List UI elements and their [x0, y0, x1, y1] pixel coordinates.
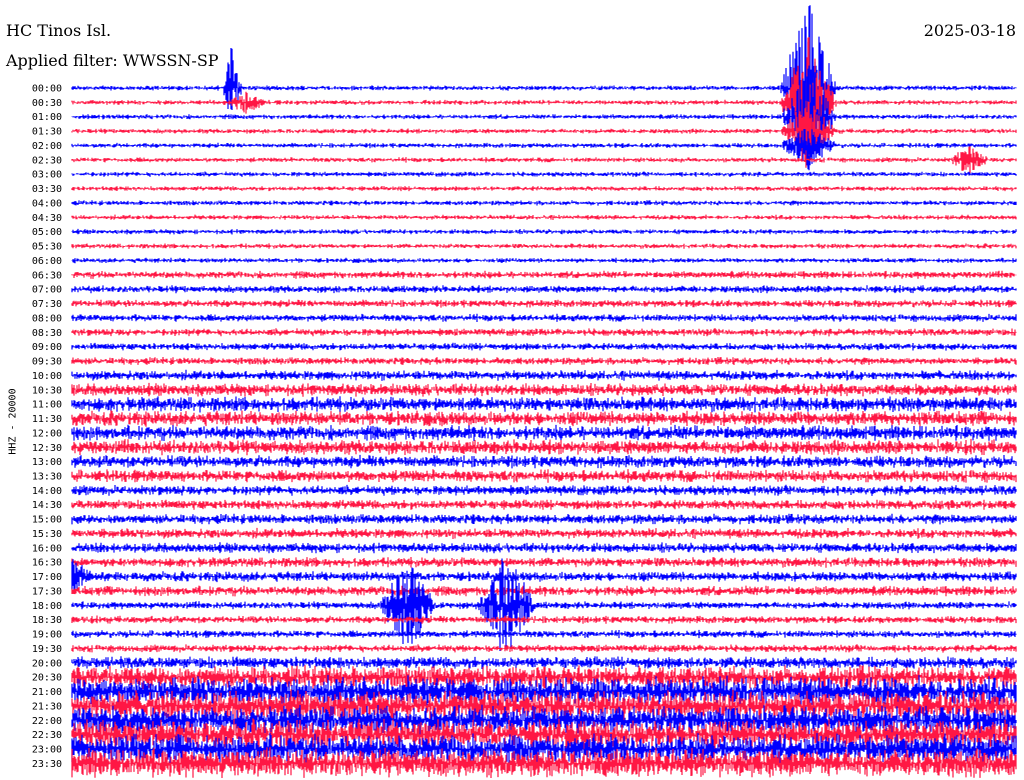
trace-0900: [71, 342, 1017, 351]
row-label-1700: 17:00: [32, 572, 62, 583]
trace-0030: [71, 37, 1017, 168]
trace-0730: [71, 299, 1017, 308]
trace-1900: [71, 629, 1017, 639]
row-label-0430: 04:30: [32, 213, 62, 224]
row-label-2300: 23:00: [32, 745, 62, 756]
row-label-2200: 22:00: [32, 716, 62, 727]
row-label-1600: 16:00: [32, 543, 62, 554]
trace-0130: [71, 101, 1017, 159]
row-label-0030: 00:30: [32, 98, 62, 109]
row-label-0200: 02:00: [32, 141, 62, 152]
trace-0600: [71, 257, 1017, 264]
row-label-0900: 09:00: [32, 342, 62, 353]
row-label-1930: 19:30: [32, 644, 62, 655]
row-label-1400: 14:00: [32, 486, 62, 497]
trace-0400: [71, 200, 1017, 206]
row-label-1730: 17:30: [32, 586, 62, 597]
trace-1100: [71, 396, 1017, 413]
row-label-0730: 07:30: [32, 299, 62, 310]
row-label-0130: 01:30: [32, 127, 62, 138]
row-label-2100: 21:00: [32, 687, 62, 698]
row-label-2000: 20:00: [32, 658, 62, 669]
trace-1930: [71, 644, 1017, 653]
row-label-2330: 23:30: [32, 759, 62, 770]
trace-1200: [71, 424, 1017, 441]
trace-1800: [71, 558, 1017, 651]
row-label-2030: 20:30: [32, 673, 62, 684]
trace-0630: [71, 270, 1017, 279]
row-label-0000: 00:00: [32, 84, 62, 95]
trace-0500: [71, 228, 1017, 235]
row-label-1030: 10:30: [32, 385, 62, 396]
trace-1030: [71, 382, 1017, 397]
trace-1630: [71, 557, 1017, 568]
trace-0700: [71, 285, 1017, 294]
row-label-0800: 08:00: [32, 313, 62, 324]
trace-0330: [71, 186, 1017, 192]
row-label-0230: 02:30: [32, 155, 62, 166]
row-label-0300: 03:00: [32, 170, 62, 181]
trace-1830: [71, 615, 1017, 624]
trace-0100: [71, 65, 1017, 171]
row-label-1500: 15:00: [32, 515, 62, 526]
trace-1130: [71, 410, 1017, 427]
row-label-1530: 15:30: [32, 529, 62, 540]
row-label-1430: 14:30: [32, 500, 62, 511]
trace-1530: [71, 527, 1017, 539]
row-label-0530: 05:30: [32, 242, 62, 253]
row-label-1330: 13:30: [32, 471, 62, 482]
row-label-0700: 07:00: [32, 285, 62, 296]
seismogram-chart: 00:00 00:30 01:00 01:30 02:00 02:30 03:00 03:30…: [32, 5, 1017, 778]
trace-0830: [71, 328, 1017, 337]
trace-1300: [71, 454, 1017, 469]
row-label-0830: 08:30: [32, 328, 62, 339]
row-label-1630: 16:30: [32, 558, 62, 569]
trace-1600: [71, 542, 1017, 554]
trace-0800: [71, 313, 1017, 322]
trace-0300: [71, 171, 1017, 177]
trace-1400: [71, 484, 1017, 496]
trace-1430: [71, 499, 1017, 510]
row-label-1830: 18:30: [32, 615, 62, 626]
trace-1330: [71, 469, 1017, 483]
row-label-0630: 06:30: [32, 270, 62, 281]
row-label-1200: 12:00: [32, 428, 62, 439]
trace-1000: [71, 369, 1017, 381]
trace-1500: [71, 513, 1017, 525]
row-label-1800: 18:00: [32, 601, 62, 612]
trace-0530: [71, 243, 1017, 249]
row-label-2230: 22:30: [32, 730, 62, 741]
trace-0230: [71, 146, 1017, 174]
row-label-0330: 03:30: [32, 184, 62, 195]
trace-1230: [71, 438, 1017, 456]
row-labels-group: 00:00 00:30 01:00 01:30 02:00 02:30 03:00 03:30…: [32, 84, 62, 770]
row-label-2130: 21:30: [32, 701, 62, 712]
row-label-1230: 12:30: [32, 443, 62, 454]
row-label-1900: 19:00: [32, 630, 62, 641]
traces-group: [71, 5, 1017, 778]
trace-1730: [71, 585, 1017, 597]
row-label-0100: 01:00: [32, 112, 62, 123]
row-label-1100: 11:00: [32, 400, 62, 411]
row-label-0930: 09:30: [32, 357, 62, 368]
row-label-1130: 11:30: [32, 414, 62, 425]
trace-0430: [71, 214, 1017, 221]
trace-0930: [71, 357, 1017, 365]
row-label-0600: 06:00: [32, 256, 62, 267]
row-label-0400: 04:00: [32, 198, 62, 209]
row-label-1000: 10:00: [32, 371, 62, 382]
row-label-1300: 13:00: [32, 457, 62, 468]
row-label-0500: 05:00: [32, 227, 62, 238]
